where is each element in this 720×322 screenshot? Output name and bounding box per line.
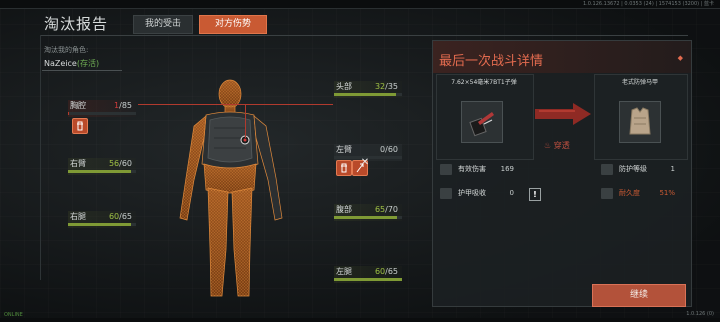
- tab-my-hits[interactable]: 我的受击: [133, 15, 193, 34]
- bleeding-icon: [336, 160, 352, 176]
- part-value: 65/70: [375, 204, 398, 216]
- part-right-leg: 右腿 60/65: [68, 211, 136, 228]
- armor-class-icon: [601, 164, 613, 175]
- connection-status: ONLINE: [4, 312, 23, 318]
- part-health-bar: [334, 278, 402, 281]
- health-fill: [334, 93, 397, 96]
- killer-status: (存活): [76, 59, 100, 68]
- bullet-icon: [440, 164, 452, 175]
- part-value: 56/60: [109, 158, 132, 170]
- part-stomach: 腹部 65/70: [334, 204, 402, 221]
- part-current: 60: [108, 212, 120, 221]
- part-max: /60: [119, 159, 132, 168]
- page-title: 淘汰报告: [44, 15, 109, 33]
- part-current: 60: [374, 267, 386, 276]
- part-current: 56: [108, 159, 120, 168]
- durability-icon: [601, 188, 613, 199]
- bleeding-icon: [72, 118, 88, 134]
- health-fill: [334, 216, 398, 219]
- continue-button[interactable]: 继续: [592, 284, 686, 307]
- penetration-icon: ♨: [544, 141, 552, 150]
- part-max: /85: [119, 101, 132, 110]
- stat-effective-damage: 有效伤害 169: [436, 162, 524, 177]
- part-left-leg: 左腿 60/65: [334, 266, 402, 283]
- part-max: /65: [119, 212, 132, 221]
- part-max: /65: [385, 267, 398, 276]
- part-max: /70: [385, 205, 398, 214]
- part-health-bar: [334, 216, 402, 219]
- stat-durability: 耐久度 51%: [597, 186, 685, 201]
- health-fill: [334, 278, 402, 281]
- armor-icon-slot[interactable]: [619, 101, 661, 143]
- tab-opponent-injuries[interactable]: 对方伤势: [199, 15, 267, 34]
- part-head: 头部 32/35: [334, 81, 402, 98]
- penetration-label: ♨ 穿透: [544, 140, 570, 151]
- health-fill: [68, 223, 131, 226]
- killer-name: NaZeice: [44, 59, 77, 68]
- part-name: 腹部: [336, 205, 352, 214]
- part-name: 右腿: [70, 212, 86, 221]
- part-name: 胸腔: [70, 101, 86, 110]
- armor-name: 老式防弹马甲: [621, 79, 658, 86]
- penetration-arrow-icon: [535, 103, 591, 125]
- ammo-box-icon: [469, 112, 494, 137]
- part-health-bar: [68, 170, 136, 173]
- thorax-connector: [138, 104, 245, 105]
- stat-label: 有效伤害: [458, 165, 486, 173]
- ammo-name: 7.62×54毫米7BT1子弹: [451, 79, 517, 86]
- stat-label: 护甲吸收: [458, 189, 486, 197]
- armor-absorb-icon: [440, 188, 452, 199]
- close-icon: ✕: [360, 157, 370, 168]
- part-name: 左臂: [336, 145, 352, 154]
- thorax-connector-vertical: [245, 104, 246, 138]
- vest-icon: [629, 107, 651, 135]
- stat-value: 169: [500, 165, 514, 173]
- stat-armor-absorb: 护甲吸收 0: [436, 186, 524, 201]
- stat-value: 1: [670, 165, 675, 173]
- part-current: 65: [374, 205, 386, 214]
- penetration-text: 穿透: [553, 141, 570, 150]
- part-name: 左腿: [336, 267, 352, 276]
- killer-name-line: NaZeice(存活): [44, 58, 99, 69]
- stat-value: 51%: [659, 189, 675, 197]
- part-current: 32: [374, 82, 386, 91]
- detail-corner-icon: ◆: [677, 54, 683, 62]
- part-value: 0/60: [380, 144, 398, 156]
- part-name: 头部: [336, 82, 352, 91]
- part-value: 60/65: [375, 266, 398, 278]
- killer-label: 淘汰我的角色:: [44, 46, 89, 54]
- head-connector: [245, 104, 333, 105]
- part-health-bar: [334, 93, 402, 96]
- part-right-arm: 右臂 56/60: [68, 158, 136, 175]
- part-value: 60/65: [109, 211, 132, 223]
- body-figure: [179, 79, 283, 297]
- build-info: 1.0.126 (0): [686, 311, 714, 317]
- detail-title: 最后一次战斗详情: [439, 54, 544, 69]
- system-info-text: 1.0.126.13672 | 0.0353 (24) | 1574153 (3…: [582, 1, 714, 7]
- stat-armor-class: 防护等级 1: [597, 162, 685, 177]
- bottom-strip: [0, 318, 720, 322]
- stat-label: 耐久度: [619, 189, 640, 197]
- warning-icon[interactable]: !: [529, 188, 541, 201]
- stat-value: 0: [509, 189, 514, 197]
- part-health-bar: [68, 223, 136, 226]
- ammo-icon-slot[interactable]: [461, 101, 503, 143]
- header-divider: [40, 35, 688, 36]
- part-max: /35: [385, 82, 398, 91]
- part-health-bar: [68, 112, 136, 115]
- stat-label: 防护等级: [619, 165, 647, 173]
- killer-underline: [42, 70, 122, 71]
- part-max: /60: [385, 145, 398, 154]
- health-fill: [68, 170, 132, 173]
- left-panel-border: [40, 35, 41, 280]
- part-value: 1/85: [114, 100, 132, 112]
- health-fill: [68, 112, 69, 115]
- part-value: 32/35: [375, 81, 398, 93]
- part-thorax: 胸腔 1/85: [68, 100, 136, 117]
- part-name: 右臂: [70, 159, 86, 168]
